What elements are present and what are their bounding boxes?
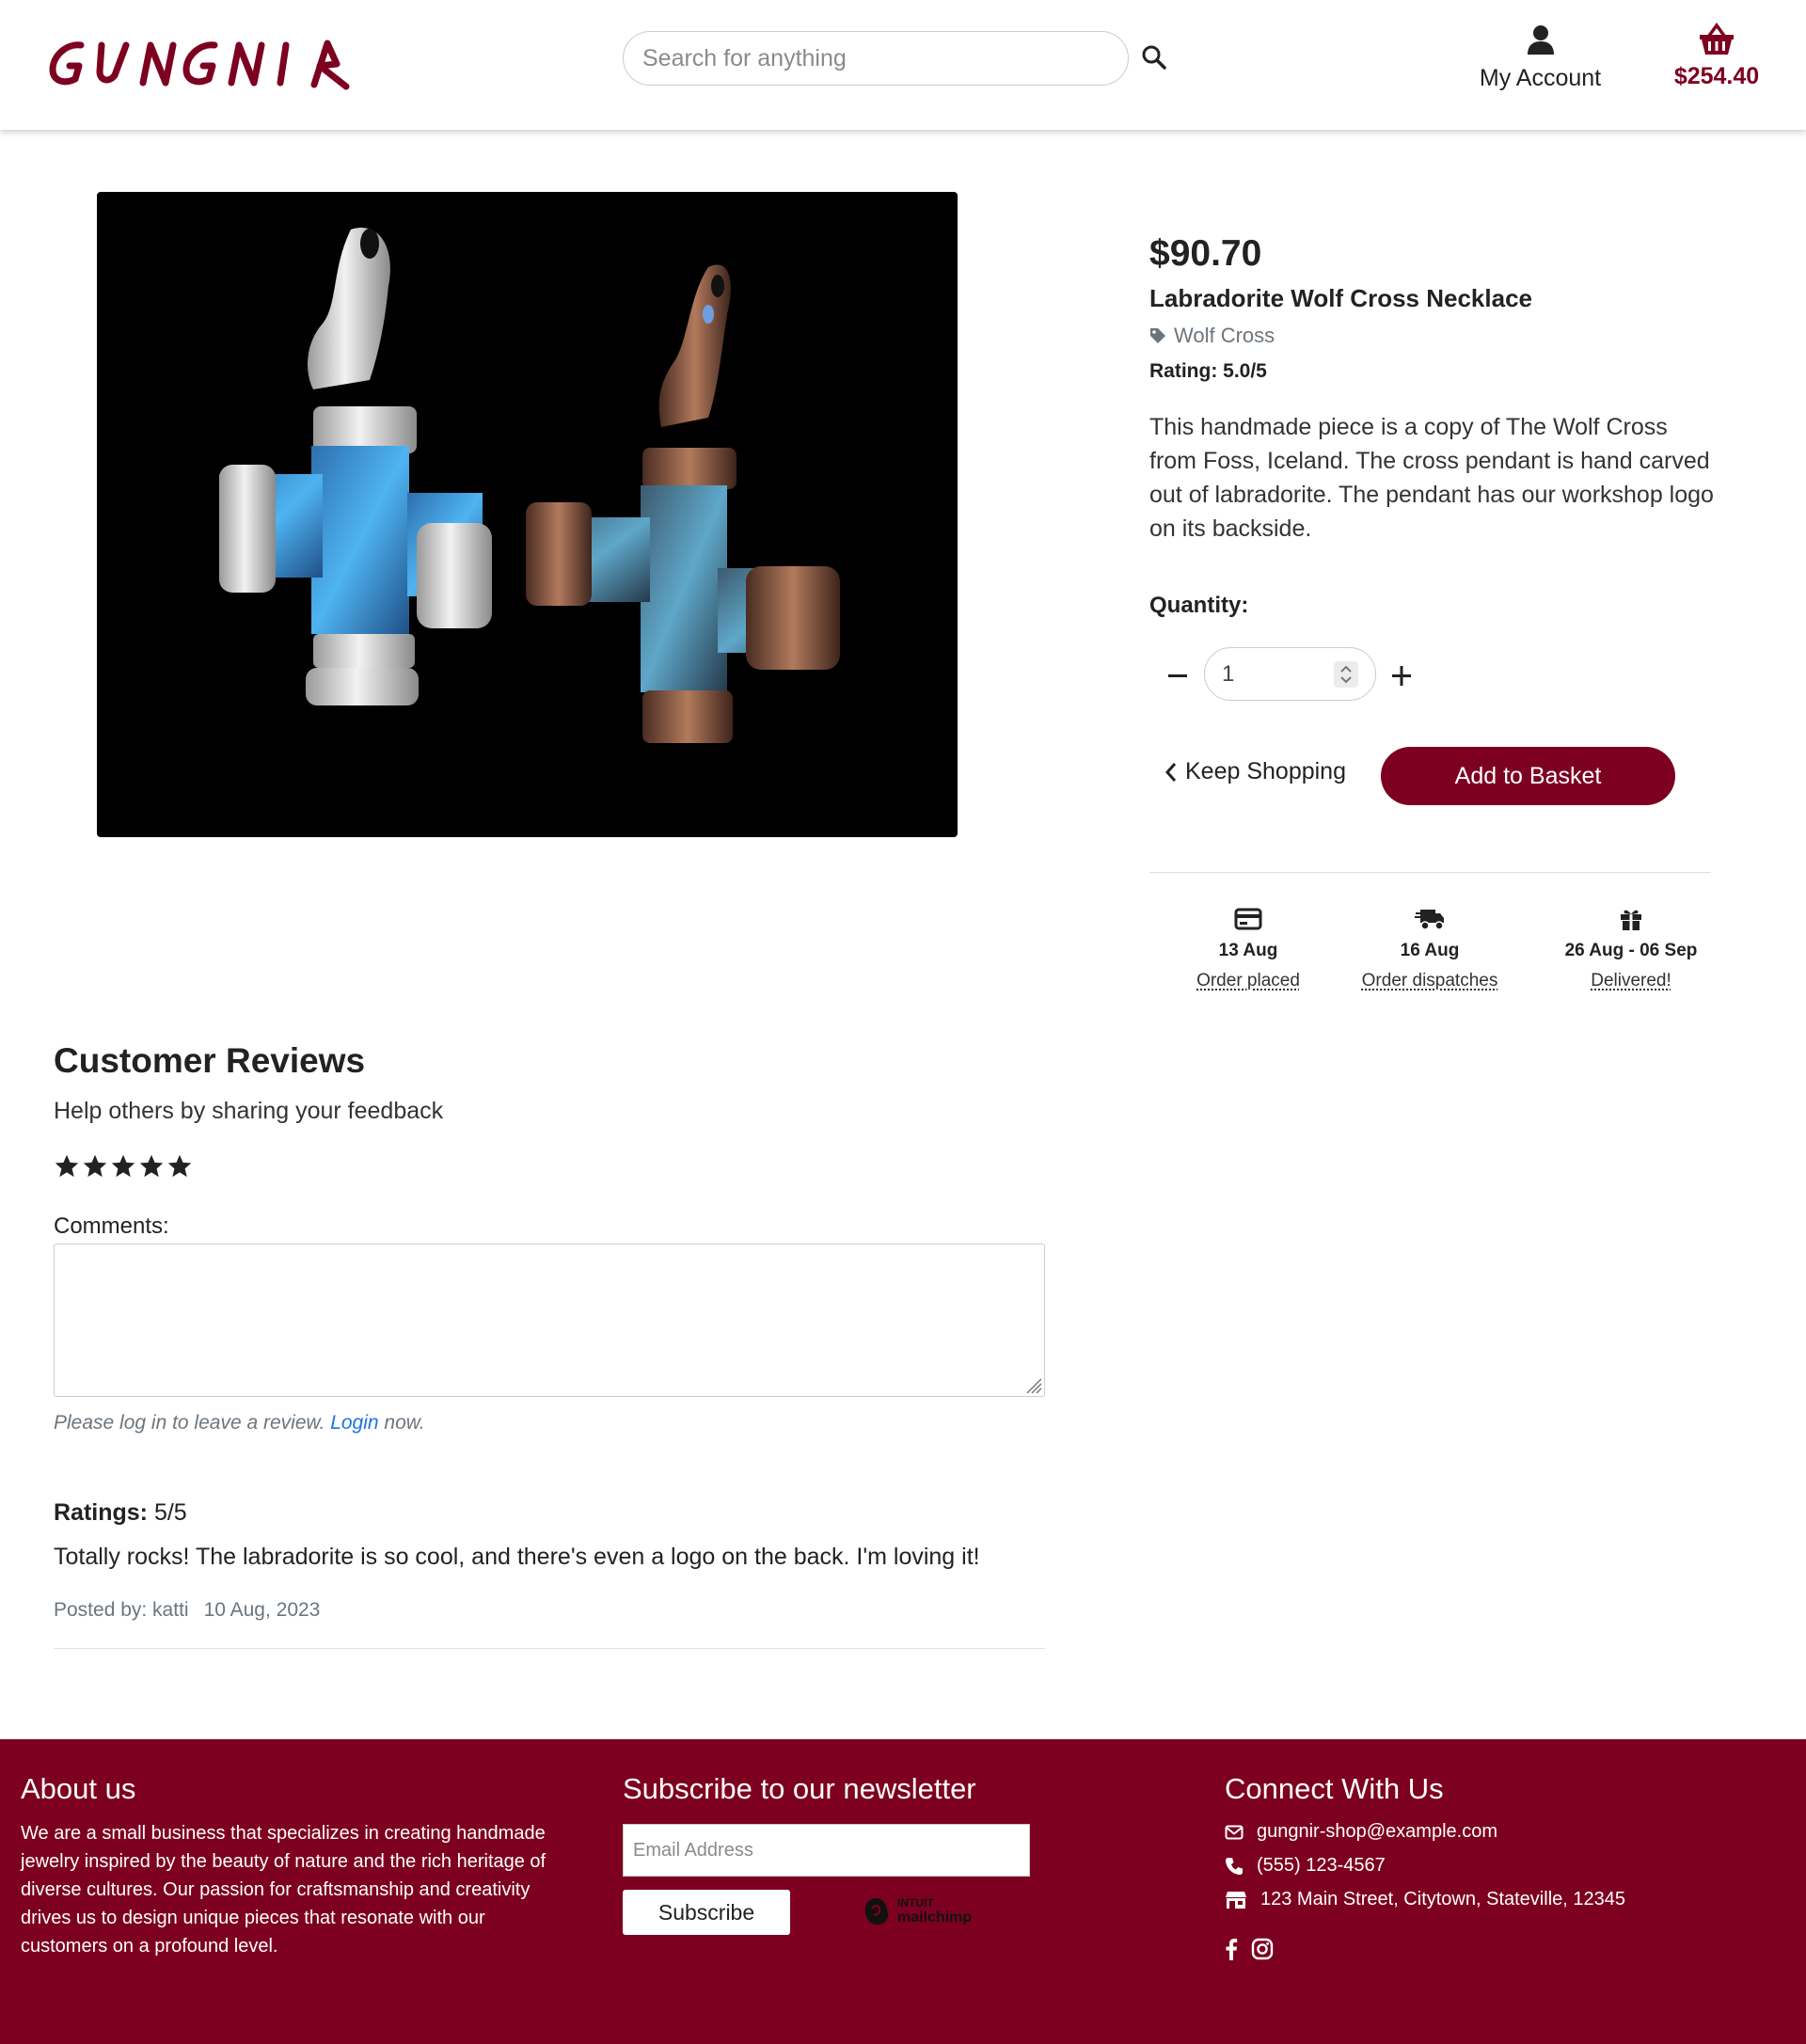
newsletter-heading: Subscribe to our newsletter [623, 1772, 976, 1805]
envelope-icon [1225, 1825, 1244, 1839]
review-author: Posted by: katti [54, 1599, 189, 1621]
product-price: $90.70 [1149, 233, 1262, 274]
facebook-icon[interactable] [1225, 1938, 1238, 1965]
step-date: 13 Aug [1218, 941, 1278, 960]
login-link[interactable]: Login [330, 1412, 378, 1434]
mailchimp-badge: INTUIT mailchimp [862, 1895, 972, 1927]
decrease-quantity-button[interactable] [1164, 658, 1191, 692]
search-box [623, 31, 1129, 86]
mailchimp-logo-icon [864, 1898, 889, 1925]
phone-icon [1226, 1857, 1243, 1875]
contact-phone[interactable]: (555) 123-4567 [1225, 1855, 1386, 1877]
review-rating-label: Ratings: [54, 1499, 148, 1526]
quantity-spinner[interactable] [1334, 661, 1358, 688]
user-icon [1527, 25, 1554, 55]
my-account-label: My Account [1479, 65, 1602, 91]
product-description: This handmade piece is a copy of The Wol… [1149, 414, 1714, 542]
product-category-link[interactable]: Wolf Cross [1149, 324, 1275, 348]
search-icon[interactable] [1141, 44, 1167, 71]
star-icon[interactable] [110, 1153, 136, 1180]
tag-icon [1150, 328, 1165, 343]
keep-shopping-link[interactable]: Keep Shopping [1164, 758, 1346, 785]
mailchimp-line1: INTUIT [897, 1895, 934, 1909]
product-category-label: Wolf Cross [1174, 324, 1275, 347]
wolf-cross-pendant-image [219, 228, 840, 743]
divider [54, 1648, 1045, 1649]
star-icon[interactable] [166, 1153, 193, 1180]
textarea-resize-handle[interactable] [1023, 1375, 1042, 1394]
step-label: Delivered! [1591, 971, 1671, 990]
quantity-input[interactable] [1205, 648, 1318, 700]
add-to-basket-button[interactable]: Add to Basket [1381, 747, 1675, 805]
newsletter-email-input[interactable] [623, 1824, 1030, 1877]
delivery-timeline: 13 Aug Order placed 16 Aug Order dispatc… [1149, 905, 1711, 1008]
cart-total: $254.40 [1673, 63, 1760, 89]
star-icon[interactable] [82, 1153, 108, 1180]
subscribe-button[interactable]: Subscribe [623, 1890, 790, 1935]
review-rating: Ratings: 5/5 [54, 1499, 187, 1527]
shipping-truck-icon [1415, 910, 1444, 930]
comments-textarea[interactable] [54, 1244, 1045, 1397]
step-label: Order dispatches [1361, 971, 1498, 990]
social-links [1225, 1938, 1274, 1965]
minus-icon [1168, 674, 1187, 677]
keep-shopping-label: Keep Shopping [1185, 758, 1346, 784]
gungnir-logo-icon [49, 40, 350, 90]
delivery-step-order-placed: 13 Aug Order placed [1154, 905, 1342, 991]
increase-quantity-button[interactable] [1387, 658, 1416, 692]
my-account-link[interactable]: My Account [1467, 24, 1613, 92]
search-input[interactable] [624, 32, 1128, 85]
delivery-step-order-dispatches: 16 Aug Order dispatches [1336, 905, 1524, 991]
star-icon[interactable] [54, 1153, 80, 1180]
connect-heading: Connect With Us [1225, 1772, 1444, 1805]
credit-card-icon [1234, 908, 1262, 930]
step-label: Order placed [1196, 971, 1300, 990]
review-rating-value: 5/5 [153, 1499, 187, 1526]
about-text: We are a small business that specializes… [21, 1823, 547, 1957]
login-note: Please log in to leave a review. Login n… [54, 1412, 425, 1434]
product-image [97, 192, 958, 837]
product-name: Labradorite Wolf Cross Necklace [1149, 284, 1532, 312]
product-rating: Rating: 5.0/5 [1149, 360, 1267, 382]
quantity-stepper [1204, 647, 1376, 701]
star-icon[interactable] [138, 1153, 165, 1180]
spinner-arrows-icon [1340, 665, 1352, 684]
contact-phone-text: (555) 123-4567 [1257, 1855, 1386, 1876]
contact-address: 123 Main Street, Citytown, Stateville, 1… [1225, 1889, 1625, 1910]
plus-icon [1392, 666, 1411, 686]
reviews-subtitle: Help others by sharing your feedback [54, 1098, 444, 1124]
chevron-left-icon [1164, 762, 1177, 782]
cart-link[interactable]: $254.40 [1660, 23, 1773, 90]
contact-email[interactable]: gungnir-shop@example.com [1225, 1821, 1497, 1843]
site-logo[interactable] [47, 36, 388, 95]
basket-icon [1700, 23, 1734, 55]
login-note-prefix: Please log in to leave a review. [54, 1412, 325, 1434]
mailchimp-line2: mailchimp [897, 1909, 973, 1925]
review-text: Totally rocks! The labradorite is so coo… [54, 1544, 980, 1570]
quantity-label: Quantity: [1149, 593, 1249, 618]
step-date: 26 Aug - 06 Sep [1564, 941, 1698, 960]
star-rating-input [54, 1153, 193, 1180]
reviews-heading: Customer Reviews [54, 1041, 366, 1080]
about-heading: About us [21, 1772, 136, 1805]
comments-label: Comments: [54, 1213, 169, 1239]
gift-icon [1621, 910, 1641, 930]
review-meta: Posted by: katti 10 Aug, 2023 [54, 1599, 320, 1622]
contact-email-text: gungnir-shop@example.com [1257, 1821, 1497, 1842]
login-note-suffix: now. [384, 1412, 425, 1434]
review-date: 10 Aug, 2023 [203, 1599, 321, 1621]
store-icon [1226, 1891, 1246, 1909]
instagram-icon[interactable] [1251, 1938, 1274, 1965]
divider [1149, 872, 1711, 873]
site-header: My Account $254.40 [0, 0, 1806, 130]
step-date: 16 Aug [1400, 941, 1460, 960]
contact-address-text: 123 Main Street, Citytown, Stateville, 1… [1260, 1889, 1625, 1909]
delivery-step-delivered: 26 Aug - 06 Sep Delivered! [1537, 905, 1725, 991]
